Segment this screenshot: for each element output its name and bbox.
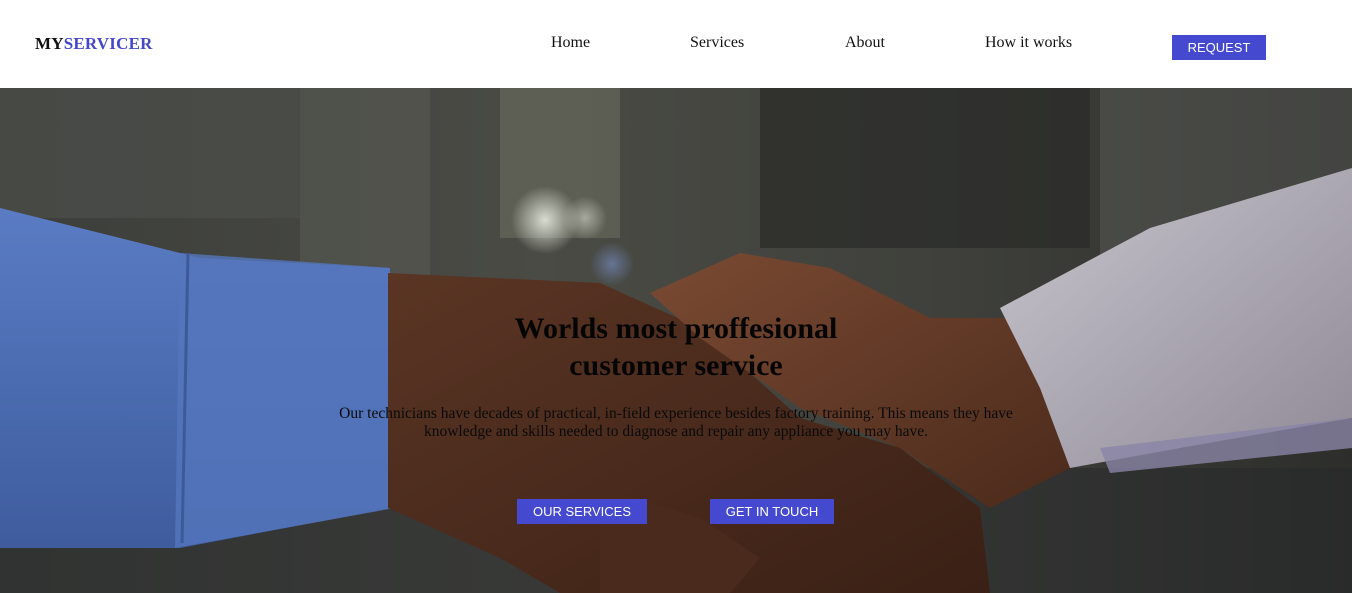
get-in-touch-button[interactable]: GET IN TOUCH [710, 499, 834, 524]
our-services-button[interactable]: OUR SERVICES [517, 499, 647, 524]
hero-section: Worlds most proffesional customer servic… [0, 88, 1352, 593]
nav-link-home[interactable]: Home [551, 34, 590, 52]
nav-link-services[interactable]: Services [690, 34, 744, 52]
top-navbar: MYSERVICER Home Services About How it wo… [0, 0, 1352, 88]
logo-name: SERVICER [63, 34, 153, 53]
hero-title: Worlds most proffesional customer servic… [0, 310, 1352, 384]
hero-title-line-1: Worlds most proffesional [514, 312, 838, 345]
request-button[interactable]: REQUEST [1172, 35, 1266, 60]
nav-link-about[interactable]: About [845, 34, 885, 52]
hero-description: Our technicians have decades of practica… [339, 405, 1013, 440]
nav-link-how-it-works[interactable]: How it works [985, 34, 1072, 52]
hero-title-line-2: customer service [569, 349, 783, 382]
logo-prefix: MY [35, 34, 64, 53]
site-logo[interactable]: MYSERVICER [35, 34, 153, 54]
